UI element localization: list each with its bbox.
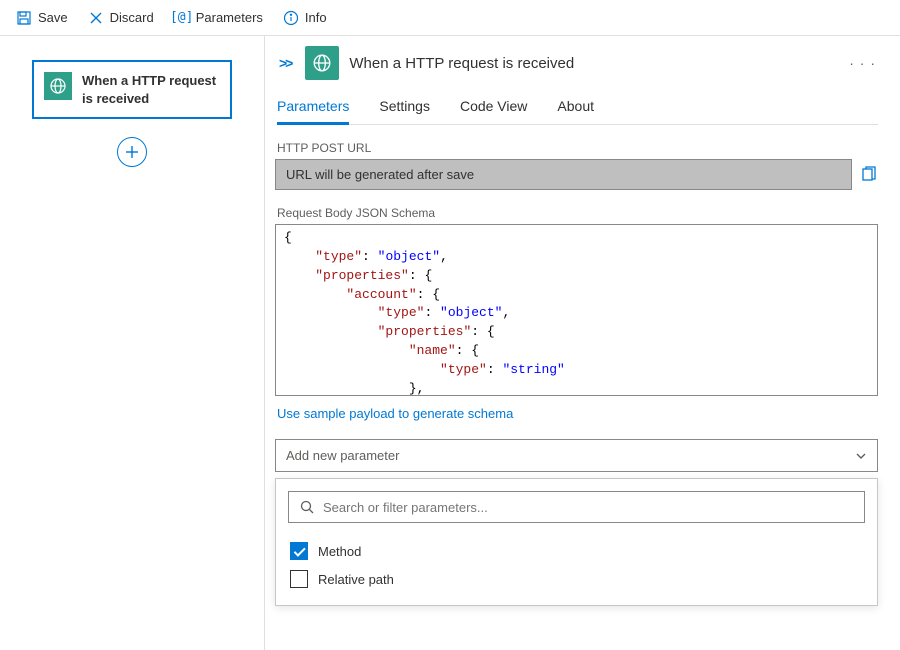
parameters-button[interactable]: [@] Parameters (166, 6, 271, 30)
tab-settings[interactable]: Settings (379, 90, 430, 124)
parameter-option-label: Method (318, 544, 361, 559)
designer-canvas: When a HTTP request is received (0, 36, 265, 650)
close-icon (88, 10, 104, 26)
http-post-url-label: HTTP POST URL (277, 141, 878, 155)
save-button[interactable]: Save (8, 6, 76, 30)
chevron-down-icon (855, 450, 867, 462)
save-icon (16, 10, 32, 26)
info-label: Info (305, 10, 327, 25)
schema-textarea[interactable]: { "type": "object", "properties": { "acc… (275, 224, 878, 396)
trigger-card-title: When a HTTP request is received (82, 72, 220, 107)
panel-title: When a HTTP request is received (349, 55, 574, 72)
discard-label: Discard (110, 10, 154, 25)
discard-button[interactable]: Discard (80, 6, 162, 30)
copy-url-button[interactable] (860, 166, 878, 184)
parameter-option-label: Relative path (318, 572, 394, 587)
add-step-button[interactable] (117, 137, 147, 167)
parameter-search-row (288, 491, 865, 523)
checkbox-icon[interactable] (290, 570, 308, 588)
panel-more-button[interactable]: · · · (849, 55, 878, 71)
parameters-icon: [@] (174, 10, 190, 26)
parameters-label: Parameters (196, 10, 263, 25)
http-trigger-icon (305, 46, 339, 80)
command-bar: Save Discard [@] Parameters Info (0, 0, 900, 36)
parameter-option[interactable]: Relative path (288, 565, 865, 593)
parameter-search-input[interactable] (323, 500, 854, 515)
save-label: Save (38, 10, 68, 25)
http-trigger-icon (44, 72, 72, 100)
info-icon (283, 10, 299, 26)
add-parameter-popup: Method Relative path (275, 478, 878, 606)
trigger-card[interactable]: When a HTTP request is received (32, 60, 232, 119)
tab-parameters[interactable]: Parameters (277, 90, 349, 125)
panel-tabs: Parameters Settings Code View About (277, 90, 878, 125)
http-post-url-value: URL will be generated after save (275, 159, 852, 190)
main-split: When a HTTP request is received >> When … (0, 36, 900, 650)
panel-header: >> When a HTTP request is received · · · (275, 46, 878, 80)
schema-label: Request Body JSON Schema (277, 206, 878, 220)
add-parameter-dropdown[interactable]: Add new parameter (275, 439, 878, 472)
tab-about[interactable]: About (557, 90, 594, 124)
details-panel: >> When a HTTP request is received · · ·… (265, 36, 900, 650)
search-icon (299, 499, 315, 515)
parameter-option[interactable]: Method (288, 537, 865, 565)
http-post-url-row: URL will be generated after save (275, 159, 878, 190)
sample-payload-link[interactable]: Use sample payload to generate schema (277, 406, 513, 421)
collapse-panel-button[interactable]: >> (279, 55, 291, 71)
add-parameter-placeholder: Add new parameter (286, 448, 399, 463)
info-button[interactable]: Info (275, 6, 335, 30)
checkbox-icon[interactable] (290, 542, 308, 560)
tab-code-view[interactable]: Code View (460, 90, 527, 124)
